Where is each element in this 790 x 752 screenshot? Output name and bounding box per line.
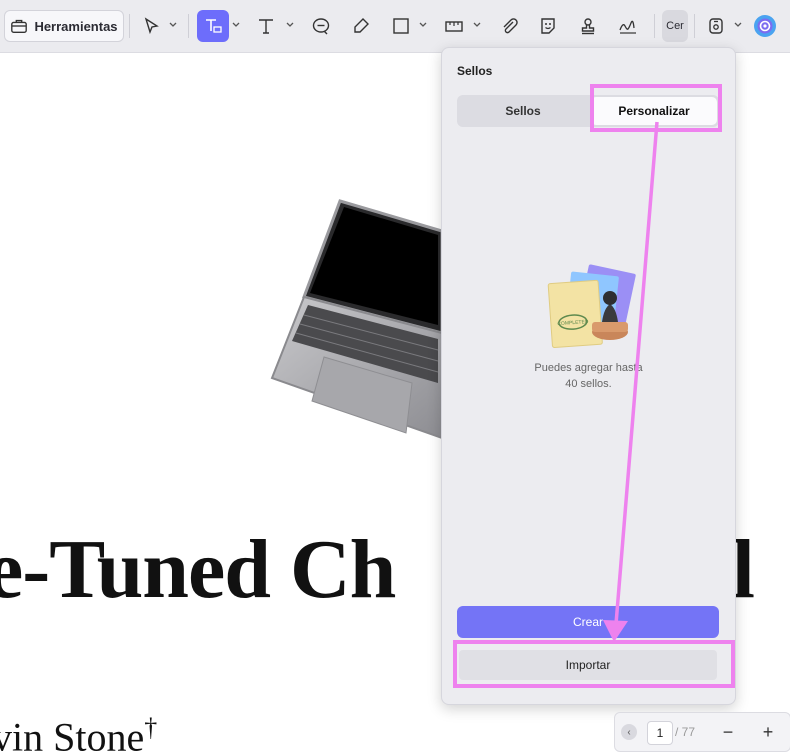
annotation-arrow (603, 121, 659, 642)
page-number-input[interactable]: 1 (647, 721, 673, 745)
page-total: / 77 (675, 725, 696, 739)
zoom-out-button[interactable]: − (715, 719, 741, 745)
page-navigator: ‹ 1 / 77 − + (614, 712, 790, 752)
chevron-left-icon: ‹ (627, 726, 631, 738)
zoom-in-icon: + (762, 721, 774, 742)
zoom-in-button[interactable]: + (755, 719, 781, 745)
zoom-out-icon: − (722, 721, 734, 742)
previous-page-button[interactable]: ‹ (621, 724, 637, 740)
